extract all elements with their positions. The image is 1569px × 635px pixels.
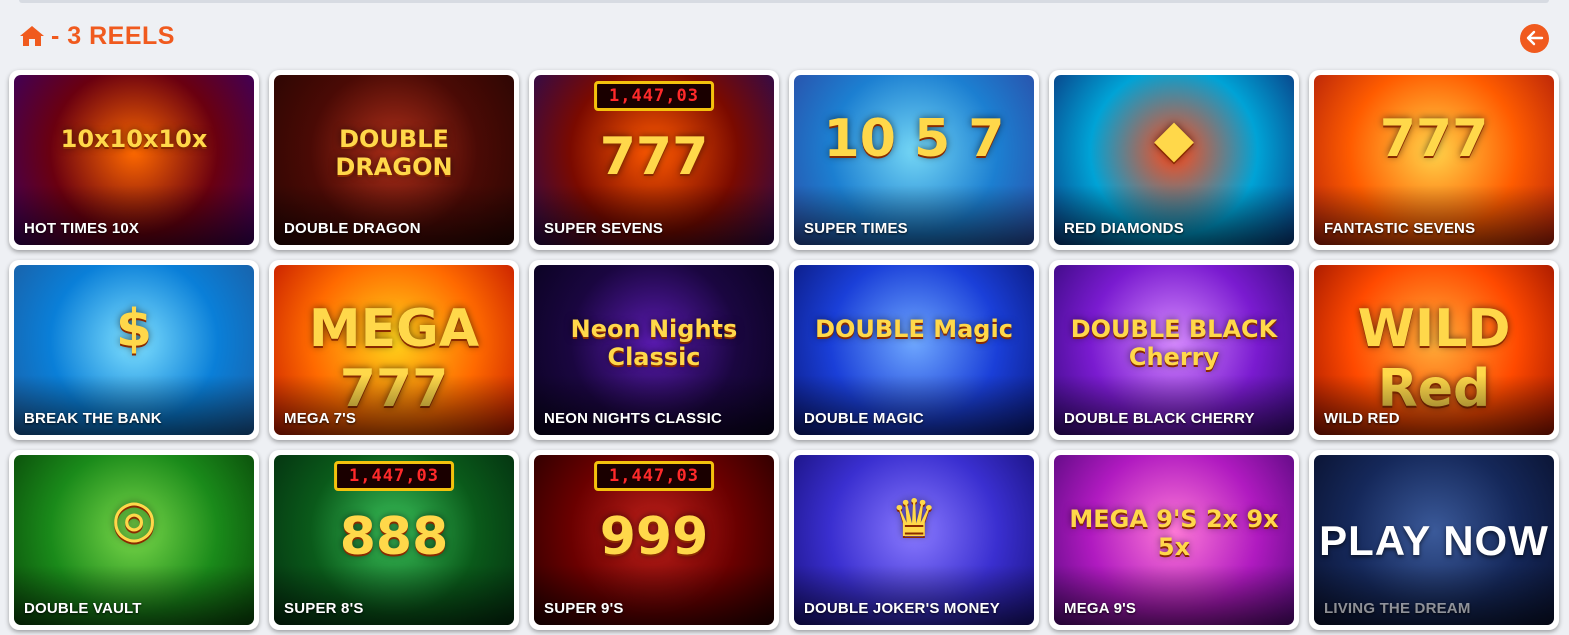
game-title: MEGA 7'S <box>284 410 357 427</box>
game-thumbnail[interactable]: DOUBLE DRAGON DOUBLE DRAGON <box>274 75 514 245</box>
game-title: FANTASTIC SEVENS <box>1324 220 1476 237</box>
game-thumbnail[interactable]: $ BREAK THE BANK <box>14 265 254 435</box>
game-title: SUPER 9'S <box>544 600 624 617</box>
home-icon[interactable] <box>19 24 45 48</box>
game-thumbnail[interactable]: 777 FANTASTIC SEVENS <box>1314 75 1554 245</box>
game-logo: 999 <box>599 507 709 567</box>
section-title-text: - 3 REELS <box>51 21 175 50</box>
jackpot-counter: 1,447,03 <box>594 81 714 111</box>
section-title: - 3 REELS <box>19 22 175 51</box>
arrow-left-icon <box>1526 30 1543 46</box>
game-logo: 10 5 7 <box>823 109 1005 169</box>
game-thumbnail[interactable]: WILD RedWILD RED <box>1314 265 1554 435</box>
game-tile[interactable]: MEGA 777MEGA 7'S <box>269 260 519 440</box>
game-title: MEGA 9'S <box>1064 600 1137 617</box>
game-title: LIVING THE DREAM <box>1324 600 1471 617</box>
game-tile[interactable]: $ BREAK THE BANK <box>9 260 259 440</box>
jackpot-counter: 1,447,03 <box>334 461 454 491</box>
game-tile[interactable]: 10 5 7 SUPER TIMES <box>789 70 1039 250</box>
game-logo: ♛ <box>890 489 938 549</box>
game-logo: 10x10x10x <box>60 125 208 153</box>
game-title: HOT TIMES 10X <box>24 220 140 237</box>
game-logo: ◎ <box>111 489 157 549</box>
game-tile[interactable]: 777 FANTASTIC SEVENS <box>1309 70 1559 250</box>
game-title: SUPER SEVENS <box>544 220 664 237</box>
game-tile[interactable]: ◆ RED DIAMONDS <box>1049 70 1299 250</box>
game-logo: 888 <box>339 507 449 567</box>
game-title: BREAK THE BANK <box>24 410 162 427</box>
top-divider <box>19 0 1549 3</box>
game-logo: Neon Nights Classic <box>570 315 738 371</box>
game-title: WILD RED <box>1324 410 1400 427</box>
game-logo: 777 <box>1379 109 1489 169</box>
game-title: RED DIAMONDS <box>1064 220 1184 237</box>
game-tile[interactable]: ♛ DOUBLE JOKER'S MONEY <box>789 450 1039 630</box>
game-thumbnail[interactable]: PLAY NOW LIVING THE DREAM <box>1314 455 1554 625</box>
game-title: DOUBLE BLACK CHERRY <box>1064 410 1255 427</box>
section-header: - 3 REELS <box>19 20 1549 53</box>
game-grid: 10x10x10x HOT TIMES 10X DOUBLE DRAGON DOUBL… <box>9 70 1559 630</box>
game-tile[interactable]: ◎ DOUBLE VAULT <box>9 450 259 630</box>
game-thumbnail[interactable]: DOUBLE BLACK Cherry DOUBLE BLACK CHERRY <box>1054 265 1294 435</box>
game-tile[interactable]: DOUBLE DRAGON DOUBLE DRAGON <box>269 70 519 250</box>
game-thumbnail[interactable]: 1,447,03 888 SUPER 8'S <box>274 455 514 625</box>
game-tile[interactable]: 1,447,03 888 SUPER 8'S <box>269 450 519 630</box>
game-thumbnail[interactable]: 10 5 7 SUPER TIMES <box>794 75 1034 245</box>
play-now-label[interactable]: PLAY NOW <box>1314 517 1554 565</box>
game-thumbnail[interactable]: DOUBLE Magic DOUBLE MAGIC <box>794 265 1034 435</box>
game-tile[interactable]: DOUBLE BLACK Cherry DOUBLE BLACK CHERRY <box>1049 260 1299 440</box>
game-logo: MEGA 9'S 2x 9x 5x <box>1069 505 1279 561</box>
game-title: DOUBLE VAULT <box>24 600 142 617</box>
game-thumbnail[interactable]: 1,447,03 777 SUPER SEVENS <box>534 75 774 245</box>
game-thumbnail[interactable]: MEGA 9'S 2x 9x 5x MEGA 9'S <box>1054 455 1294 625</box>
game-tile[interactable]: Neon Nights Classic NEON NIGHTS CLASSIC <box>529 260 779 440</box>
game-thumbnail[interactable]: ◎ DOUBLE VAULT <box>14 455 254 625</box>
game-logo: DOUBLE Magic <box>815 315 1013 343</box>
game-logo: ◆ <box>1154 109 1194 169</box>
game-thumbnail[interactable]: 10x10x10x HOT TIMES 10X <box>14 75 254 245</box>
game-tile[interactable]: 1,447,03 777 SUPER SEVENS <box>529 70 779 250</box>
game-thumbnail[interactable]: 1,447,03 999 SUPER 9'S <box>534 455 774 625</box>
back-button[interactable] <box>1520 23 1549 53</box>
game-tile[interactable]: 1,447,03 999 SUPER 9'S <box>529 450 779 630</box>
game-tile[interactable]: DOUBLE Magic DOUBLE MAGIC <box>789 260 1039 440</box>
game-tile[interactable]: 10x10x10x HOT TIMES 10X <box>9 70 259 250</box>
game-thumbnail[interactable]: ♛ DOUBLE JOKER'S MONEY <box>794 455 1034 625</box>
game-thumbnail[interactable]: MEGA 777MEGA 7'S <box>274 265 514 435</box>
game-logo: DOUBLE DRAGON <box>335 125 453 181</box>
game-title: DOUBLE JOKER'S MONEY <box>804 600 1000 617</box>
game-thumbnail[interactable]: Neon Nights Classic NEON NIGHTS CLASSIC <box>534 265 774 435</box>
game-logo: $ <box>115 299 153 359</box>
game-title: SUPER TIMES <box>804 220 908 237</box>
game-tile[interactable]: PLAY NOW LIVING THE DREAM <box>1309 450 1559 630</box>
game-thumbnail[interactable]: ◆ RED DIAMONDS <box>1054 75 1294 245</box>
game-logo: 777 <box>599 127 709 187</box>
game-tile[interactable]: MEGA 9'S 2x 9x 5x MEGA 9'S <box>1049 450 1299 630</box>
game-title: SUPER 8'S <box>284 600 364 617</box>
game-title: DOUBLE MAGIC <box>804 410 924 427</box>
jackpot-counter: 1,447,03 <box>594 461 714 491</box>
game-title: DOUBLE DRAGON <box>284 220 421 237</box>
game-title: NEON NIGHTS CLASSIC <box>544 410 722 427</box>
game-tile[interactable]: WILD RedWILD RED <box>1309 260 1559 440</box>
game-logo: DOUBLE BLACK Cherry <box>1070 315 1278 371</box>
